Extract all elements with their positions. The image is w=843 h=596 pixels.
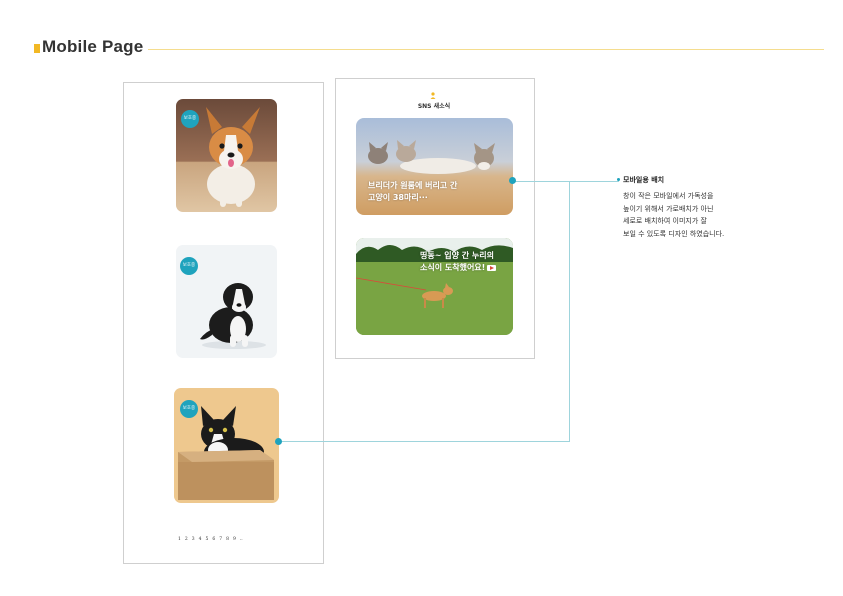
sns-post-dog[interactable]: 띵동~ 입양 간 누리의 소식이 도착했어요! — [356, 238, 513, 335]
page-link[interactable]: 9 — [233, 537, 236, 542]
person-icon — [430, 92, 436, 99]
annotation-title: 모바일용 배치 — [623, 176, 665, 184]
pet-card-cat[interactable]: 보호중 — [174, 388, 279, 503]
annotation-bullet — [617, 178, 620, 181]
title-accent-bar — [34, 44, 40, 53]
status-badge: 보호중 — [180, 400, 198, 418]
connector-dot — [275, 438, 282, 445]
connector-line — [279, 441, 570, 442]
connector-line — [569, 181, 570, 442]
play-icon — [487, 264, 497, 271]
connector-dot — [509, 177, 516, 184]
status-badge: 보호중 — [180, 257, 198, 275]
page-link[interactable]: 1 — [178, 537, 181, 542]
page-title: Mobile Page — [42, 37, 144, 56]
page-link[interactable]: 4 — [199, 537, 202, 542]
pagination: 1 2 3 4 5 6 7 8 9 .. — [178, 537, 268, 542]
annotation-description: 창이 작은 모바일에서 가독성을 높이기 위해서 가로배치가 아닌 세로로 배치… — [623, 192, 725, 238]
page-link[interactable]: 7 — [219, 537, 222, 542]
page-link-more[interactable]: .. — [240, 537, 243, 542]
page-link[interactable]: 5 — [206, 537, 209, 542]
pet-card-puppy[interactable]: 보호중 — [176, 245, 277, 358]
page-link[interactable]: 8 — [226, 537, 229, 542]
sns-post-caption: 브리더가 원룸에 버리고 간 고양이 38마리··· — [368, 181, 458, 202]
sns-post-caption: 띵동~ 입양 간 누리의 소식이 도착했어요! — [420, 250, 497, 274]
status-badge: 보호중 — [181, 110, 199, 128]
page-link[interactable]: 3 — [192, 537, 195, 542]
sns-post-kittens[interactable]: 브리더가 원룸에 버리고 간 고양이 38마리··· — [356, 118, 513, 215]
title-divider — [148, 49, 824, 50]
page-link[interactable]: 6 — [212, 537, 215, 542]
page-link[interactable]: 2 — [185, 537, 188, 542]
pet-card-corgi[interactable]: 보호중 — [176, 99, 277, 212]
connector-line — [513, 181, 619, 182]
sns-section-title: SNS 새소식 — [417, 103, 451, 110]
